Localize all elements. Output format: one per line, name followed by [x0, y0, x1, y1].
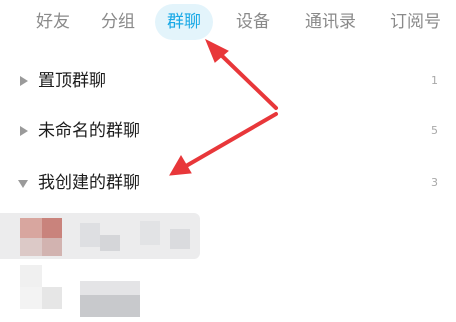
group-created-by-me[interactable]: 我创建的群聊 3 [0, 166, 456, 200]
name-pixel [140, 221, 160, 245]
contacts-tab-bar: 好友 分组 群聊 设备 通讯录 订阅号 [0, 0, 456, 44]
group-name: 我创建的群聊 [38, 173, 140, 193]
avatar-pixel [20, 265, 42, 287]
tab-group-chats[interactable]: 群聊 [155, 4, 213, 40]
triangle-right-icon [20, 76, 28, 86]
group-pinned[interactable]: 置顶群聊 1 [0, 64, 456, 98]
avatar-pixel [42, 287, 62, 309]
annotation-arrows [169, 38, 278, 176]
name-pixel [80, 281, 140, 295]
avatar-pixel [20, 287, 42, 309]
name-pixel [80, 295, 140, 317]
group-count: 3 [431, 176, 438, 189]
tab-friends[interactable]: 好友 [36, 10, 70, 34]
triangle-right-icon [20, 126, 28, 136]
group-name: 置顶群聊 [38, 71, 106, 91]
tab-address-book[interactable]: 通讯录 [305, 10, 356, 34]
tab-subscriptions[interactable]: 订阅号 [390, 10, 441, 34]
group-name: 未命名的群聊 [38, 121, 140, 141]
avatar-pixel [42, 238, 62, 256]
tab-devices[interactable]: 设备 [236, 10, 270, 34]
avatar-pixel [42, 218, 62, 238]
group-count: 5 [431, 124, 438, 137]
group-unnamed[interactable]: 未命名的群聊 5 [0, 114, 456, 148]
triangle-down-icon [18, 180, 28, 188]
name-pixel [170, 229, 190, 249]
name-pixel [80, 223, 100, 247]
tab-groups[interactable]: 分组 [101, 10, 135, 34]
name-pixel [100, 235, 120, 251]
avatar-pixel [20, 238, 42, 256]
avatar-pixel [20, 218, 42, 238]
group-count: 1 [431, 74, 438, 87]
